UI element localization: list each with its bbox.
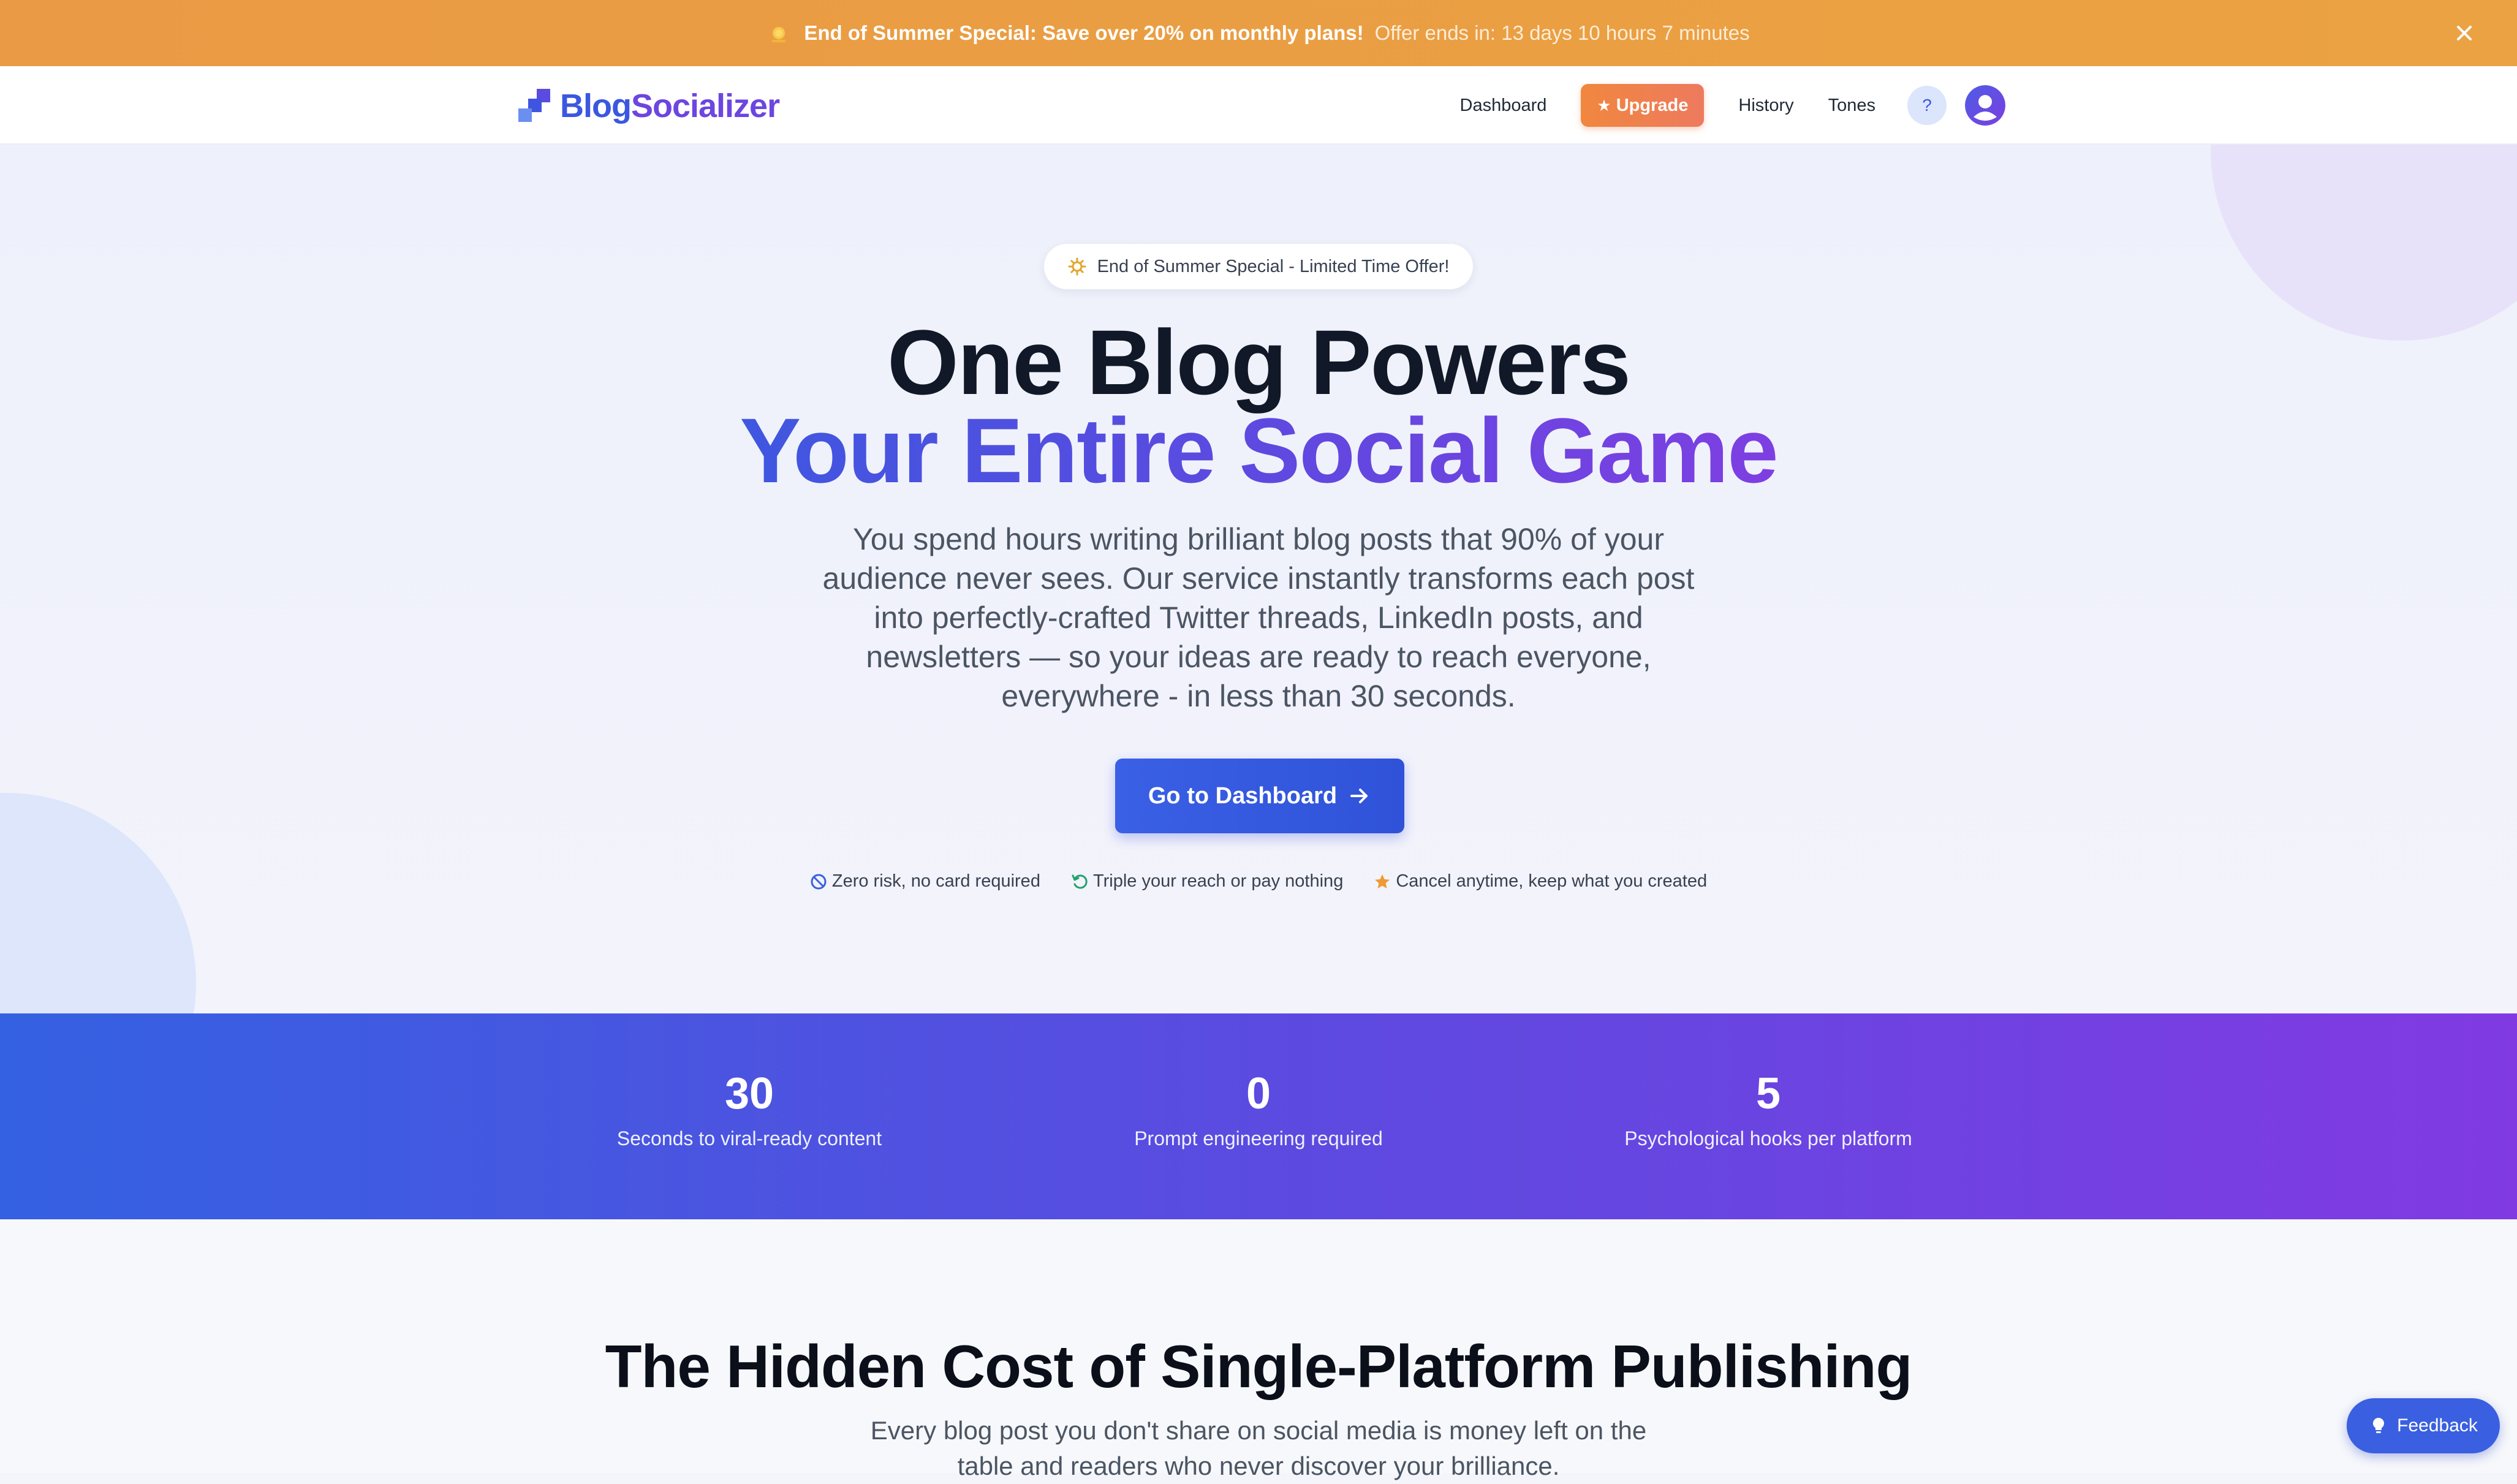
nav-history[interactable]: History [1738, 96, 1793, 116]
stat-value: 5 [1755, 1069, 1781, 1118]
stat-label: Seconds to viral-ready content [616, 1127, 882, 1149]
banner-countdown: Offer ends in: 13 days 10 hours 7 minute… [1374, 21, 1750, 44]
decorative-circle [0, 793, 196, 1013]
star-icon: ★ [1597, 96, 1611, 115]
trust-text: Triple your reach or pay nothing [1092, 871, 1344, 891]
stats-band: 30 Seconds to viral-ready content 0 Prom… [0, 1013, 2517, 1219]
upgrade-label: Upgrade [1616, 95, 1689, 115]
banner-headline: End of Summer Special: Save over 20% on … [804, 21, 1364, 44]
hero-section: End of Summer Special - Limited Time Off… [0, 145, 2517, 1013]
logo[interactable]: BlogSocializer [515, 85, 780, 127]
hero-title-line2: Your Entire Social Game [740, 399, 1778, 502]
trust-text: Zero risk, no card required [831, 871, 1040, 891]
stat-item: 0 Prompt engineering required [1013, 1067, 1504, 1152]
help-button[interactable]: ? [1907, 86, 1947, 125]
nav-tones[interactable]: Tones [1828, 96, 1875, 116]
stat-label: Psychological hooks per platform [1624, 1127, 1912, 1149]
arrow-right-icon [1348, 784, 1371, 808]
feedback-button[interactable]: Feedback [2347, 1398, 2500, 1453]
promo-badge: End of Summer Special - Limited Time Off… [1044, 244, 1473, 289]
promo-banner: End of Summer Special: Save over 20% on … [0, 0, 2517, 66]
upgrade-button[interactable]: ★ Upgrade [1581, 84, 1705, 127]
stat-item: 5 Psychological hooks per platform [1523, 1067, 2013, 1152]
cta-label: Go to Dashboard [1148, 782, 1338, 809]
trust-item: Zero risk, no card required [810, 871, 1040, 892]
section-title: The Hidden Cost of Single-Platform Publi… [605, 1333, 1913, 1400]
stat-value: 0 [1246, 1069, 1271, 1118]
stat-item: 30 Seconds to viral-ready content [504, 1067, 994, 1152]
close-icon[interactable] [2450, 18, 2479, 48]
trust-text: Cancel anytime, keep what you created [1396, 871, 1708, 891]
avatar[interactable] [1965, 85, 2005, 126]
go-to-dashboard-button[interactable]: Go to Dashboard [1115, 759, 1404, 833]
star-icon [1374, 873, 1391, 890]
stat-value: 30 [724, 1069, 774, 1118]
logo-icon [515, 86, 554, 126]
main-nav: Dashboard ★ Upgrade History Tones ? [1443, 82, 2005, 129]
logo-wordmark: BlogSocializer [560, 88, 780, 124]
top-navbar: BlogSocializer Dashboard ★ Upgrade Histo… [0, 66, 2517, 145]
trust-item: Cancel anytime, keep what you created [1374, 871, 1707, 892]
stat-label: Prompt engineering required [1134, 1127, 1383, 1149]
hero-subtitle: You spend hours writing brilliant blog p… [822, 522, 1695, 713]
promo-badge-text: End of Summer Special - Limited Time Off… [1097, 256, 1450, 276]
refresh-icon [1071, 873, 1088, 890]
hidden-cost-section: The Hidden Cost of Single-Platform Publi… [0, 1219, 2517, 1480]
trust-indicators: Zero risk, no card required Triple your … [0, 871, 2517, 892]
feedback-label: Feedback [2397, 1415, 2478, 1436]
sun-icon [1068, 257, 1086, 276]
ban-icon [810, 873, 827, 890]
trust-item: Triple your reach or pay nothing [1071, 871, 1343, 892]
nav-dashboard[interactable]: Dashboard [1460, 96, 1547, 116]
lightbulb-icon [2369, 1416, 2388, 1436]
section-subtitle: Every blog post you don't share on socia… [870, 1416, 1647, 1480]
sun-icon [767, 21, 790, 45]
